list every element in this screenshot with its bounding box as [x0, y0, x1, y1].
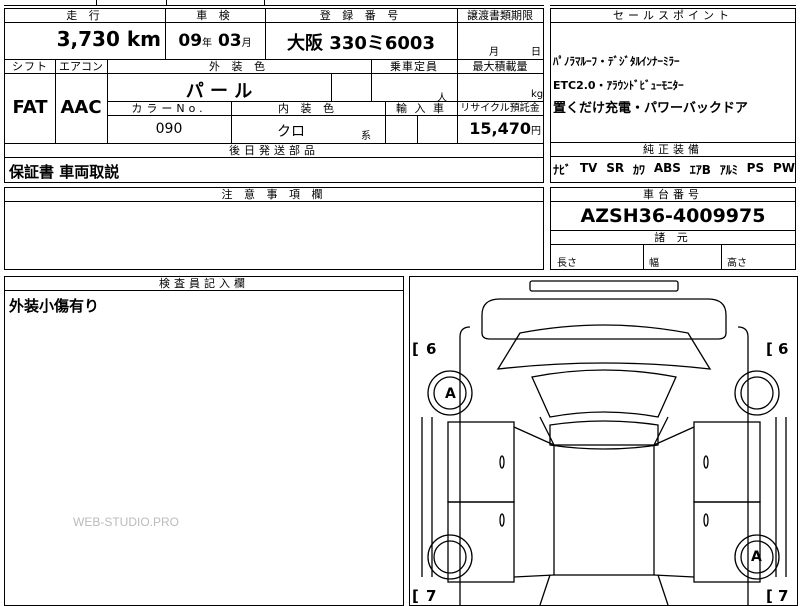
chassis-box: 車台番号 AZSH36-4009975 諸 元 長さ 幅 高さ	[550, 187, 796, 270]
inspection-value: 09年 03月	[178, 31, 252, 51]
sales-point-2: ETC2.0・ｱﾗｳﾝﾄﾞﾋﾞｭｰﾓﾆﾀｰ	[553, 79, 684, 92]
chassis-value: AZSH36-4009975	[580, 205, 766, 227]
equip-nav: ﾅﾋﾞ	[553, 163, 572, 177]
sales-point-1: ﾊﾟﾉﾗﾏﾙｰﾌ・ﾃﾞｼﾞﾀﾙｲﾝﾅｰﾐﾗｰ	[553, 55, 680, 68]
interior-color-value: クロ	[277, 124, 305, 140]
wheel-front-right-inner	[740, 376, 774, 410]
door-rear-left-outline	[447, 501, 515, 583]
handle-rr	[703, 513, 709, 527]
color-no-header: カラーNo.	[107, 102, 231, 116]
center-panel	[553, 444, 655, 576]
windshield-outline	[531, 369, 677, 418]
color-no-value: 090	[155, 121, 183, 137]
genuine-equipment-box: 純正装備 ﾅﾋﾞ TV SR ｶﾜ ABS ｴｱB ｱﾙﾐ PS PW	[550, 142, 796, 183]
label-rl-bracket: [	[412, 587, 419, 605]
rear-window-outline	[539, 574, 669, 605]
genuine-equipment-header: 純正装備	[551, 143, 795, 157]
later-parts-value: 保証書 車両取説	[9, 163, 120, 181]
top-strip-right	[550, 0, 796, 6]
dimension-length: 長さ	[557, 258, 577, 269]
label-fl-bracket: [	[412, 340, 419, 358]
equip-airbag: ｴｱB	[689, 163, 711, 177]
sales-points-box: セールスポイント ﾊﾟﾉﾗﾏﾙｰﾌ・ﾃﾞｼﾞﾀﾙｲﾝﾅｰﾐﾗｰ ETC2.0・ｱ…	[550, 8, 796, 143]
body-side-right	[653, 417, 787, 578]
dimension-height: 高さ	[727, 258, 747, 269]
label-rr: 7	[778, 587, 788, 605]
label-rr-bracket: [	[766, 587, 773, 605]
mark-rear-right: A	[751, 549, 762, 565]
recycle-header: リサイクル預託金	[457, 102, 543, 116]
shift-value: FAT	[12, 97, 48, 118]
handle-fl	[499, 455, 505, 469]
equip-sr: SR	[606, 161, 625, 175]
equip-leather: ｶﾜ	[632, 163, 645, 177]
transfer-header: 譲渡書類期限	[457, 9, 543, 23]
exterior-color-header: 外 装 色	[107, 60, 371, 74]
handle-rl	[499, 513, 505, 527]
max-load-unit: kg	[531, 89, 544, 100]
watermark: WEB-STUDIO.PRO	[73, 515, 180, 529]
handle-fr	[703, 455, 709, 469]
import-header: 輸 入 車	[385, 102, 457, 116]
equip-alloy: ｱﾙﾐ	[719, 163, 738, 177]
label-fr: 6	[778, 340, 788, 358]
mileage-unit: km	[126, 27, 161, 51]
notes-box: 注 意 事 項 欄	[4, 187, 544, 270]
registration-header: 登 録 番 号	[265, 9, 457, 23]
hood-outline	[496, 324, 712, 370]
car-diagram-box: [ 6 [ 6 [ 7 [ 7 A A	[409, 276, 798, 606]
front-bumper-outline	[481, 298, 727, 340]
car-diagram: [ 6 [ 6 [ 7 [ 7 A A	[412, 280, 788, 605]
capacity-header: 乗車定員	[371, 60, 457, 74]
recycle-value: 15,470円	[469, 119, 541, 138]
interior-color-suffix: 系	[361, 131, 371, 142]
inspector-value: 外装小傷有り	[9, 297, 100, 315]
transfer-day: 日	[531, 47, 541, 58]
body-side-left	[421, 417, 555, 578]
top-strip	[4, 0, 544, 6]
notes-header: 注 意 事 項 欄	[5, 188, 543, 202]
later-parts-header: 後日発送部品	[5, 144, 543, 158]
inspector-header: 検査員記入欄	[5, 277, 403, 291]
equip-ps: PS	[746, 161, 765, 175]
label-fr-bracket: [	[766, 340, 773, 358]
inspector-box: 検査員記入欄 外装小傷有り WEB-STUDIO.PRO	[4, 276, 404, 606]
label-rl: 7	[426, 587, 436, 605]
genuine-equipment-list: ﾅﾋﾞ TV SR ｶﾜ ABS ｴｱB ｱﾙﾐ PS PW	[553, 161, 795, 178]
interior-color-header: 内 装 色	[231, 102, 385, 116]
equip-abs: ABS	[653, 161, 681, 175]
exterior-color-value: パ ー ル	[185, 81, 253, 102]
equip-tv: TV	[579, 161, 598, 175]
dimension-width: 幅	[649, 258, 659, 269]
transfer-month: 月	[489, 47, 499, 58]
dimensions-header: 諸 元	[551, 231, 795, 245]
wheel-rear-left-inner	[433, 540, 467, 574]
mileage-value: 3,730 km	[56, 27, 161, 51]
inspection-header: 車 検	[165, 9, 265, 23]
sales-points-header: セールスポイント	[551, 9, 795, 23]
main-grid: 走 行 車 検 登 録 番 号 譲渡書類期限 3,730 km 09年 03月 …	[4, 8, 544, 183]
max-load-header: 最大積載量	[457, 60, 543, 74]
sales-point-3: 置くだけ充電・パワーバックドア	[553, 101, 748, 116]
chassis-header: 車台番号	[551, 188, 795, 202]
label-fl: 6	[426, 340, 436, 358]
mileage-header: 走 行	[5, 9, 165, 23]
mark-front-left: A	[445, 386, 456, 402]
equip-pw: PW	[772, 161, 795, 175]
aircon-header: エアコン	[55, 60, 107, 74]
shift-header: シフト	[5, 60, 55, 74]
grille-outline	[529, 280, 679, 292]
aircon-value: AAC	[60, 97, 102, 118]
registration-value: 大阪 330ミ6003	[287, 33, 435, 54]
